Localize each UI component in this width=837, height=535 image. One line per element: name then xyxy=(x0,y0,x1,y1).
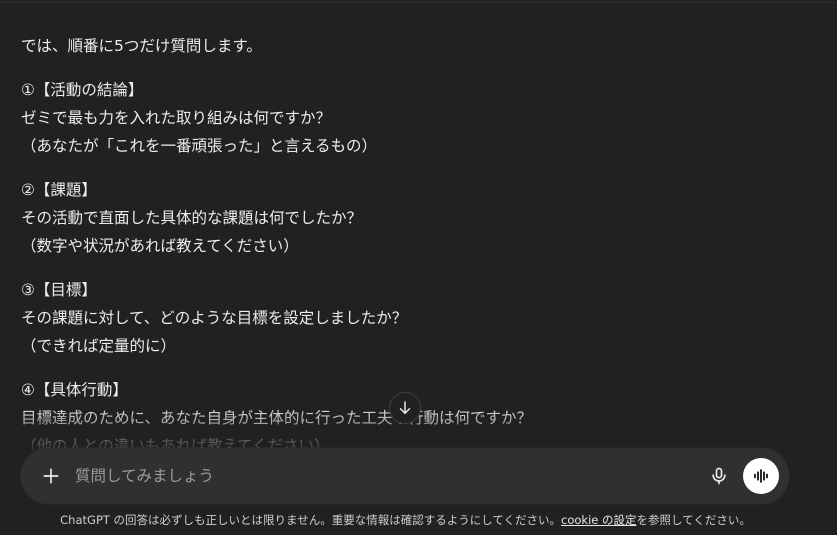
prompt-input[interactable] xyxy=(75,462,675,490)
microphone-icon xyxy=(712,467,726,485)
question-heading: ①【活動の結論】 xyxy=(21,81,144,99)
message-intro: では、順番に5つだけ質問します。 xyxy=(21,37,262,55)
top-divider xyxy=(0,2,837,3)
scroll-to-bottom-button[interactable] xyxy=(389,392,421,424)
question-note: （あなたが「これを一番頑張った」と言えるもの） xyxy=(21,137,378,155)
question-section: ②【課題】 その活動で直面した具体的な課題は何でしたか？ （数字や状況があれば教… xyxy=(21,176,801,260)
add-attachment-button[interactable] xyxy=(35,460,67,492)
disclaimer-text: ChatGPT の回答は必ずしも正しいとは限りません。重要な情報は確認するように… xyxy=(60,513,562,527)
question-heading: ②【課題】 xyxy=(21,181,97,199)
dictate-button[interactable] xyxy=(703,460,735,492)
question-section: ①【活動の結論】 ゼミで最も力を入れた取り組みは何ですか？ （あなたが「これを一… xyxy=(21,76,801,160)
cookie-settings-link[interactable]: cookie の設定 xyxy=(561,513,636,527)
question-text: その活動で直面した具体的な課題は何でしたか？ xyxy=(21,209,363,227)
composer xyxy=(21,448,789,504)
question-section: ③【目標】 その課題に対して、どのような目標を設定しましたか？ （できれば定量的… xyxy=(21,276,801,360)
voice-mode-icon xyxy=(754,469,768,483)
question-note: （数字や状況があれば教えてください） xyxy=(21,237,299,255)
plus-icon xyxy=(43,468,59,484)
question-text: その課題に対して、どのような目標を設定しましたか？ xyxy=(21,309,408,327)
disclaimer-suffix: を参照してください。 xyxy=(636,513,751,527)
question-text: ゼミで最も力を入れた取り組みは何ですか？ xyxy=(21,109,332,127)
question-note: （できれば定量的に） xyxy=(21,337,177,355)
voice-mode-button[interactable] xyxy=(743,458,779,494)
disclaimer: ChatGPT の回答は必ずしも正しいとは限りません。重要な情報は確認するように… xyxy=(0,511,811,529)
chat-page: では、順番に5つだけ質問します。 ①【活動の結論】 ゼミで最も力を入れた取り組み… xyxy=(0,0,837,535)
arrow-down-icon xyxy=(399,401,411,414)
question-heading: ③【目標】 xyxy=(21,281,97,299)
assistant-message: では、順番に5つだけ質問します。 ①【活動の結論】 ゼミで最も力を入れた取り組み… xyxy=(21,32,801,452)
